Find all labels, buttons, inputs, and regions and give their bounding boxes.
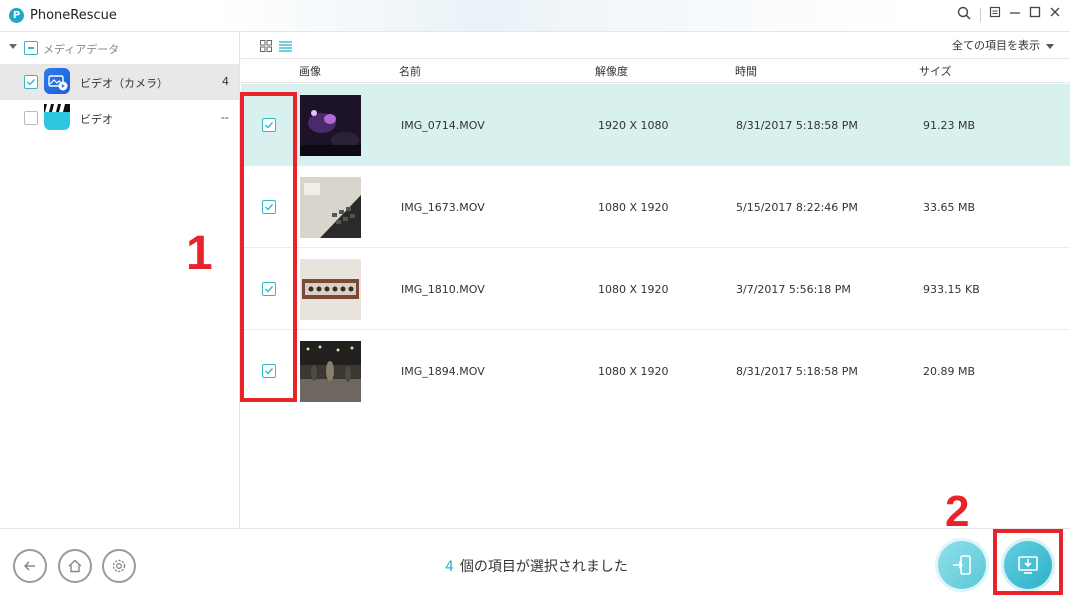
maximize-icon[interactable] bbox=[1026, 6, 1044, 24]
root-checkbox[interactable] bbox=[24, 41, 38, 55]
row-size: 933.15 KB bbox=[923, 283, 980, 296]
row-time: 8/31/2017 5:18:58 PM bbox=[736, 365, 858, 378]
row-resolution: 1920 X 1080 bbox=[598, 119, 669, 132]
row-size: 91.23 MB bbox=[923, 119, 976, 132]
back-icon bbox=[23, 561, 35, 571]
sidebar-item-checkbox[interactable] bbox=[24, 75, 38, 89]
row-size: 20.89 MB bbox=[923, 365, 976, 378]
row-time: 3/7/2017 5:56:18 PM bbox=[736, 283, 851, 296]
tree-root-media-data[interactable]: メディアデータ bbox=[0, 36, 239, 58]
filter-dropdown[interactable]: 全ての項目を表示 bbox=[952, 37, 1054, 53]
row-name: IMG_1810.MOV bbox=[401, 283, 485, 296]
row-resolution: 1080 X 1920 bbox=[598, 365, 669, 378]
table-row[interactable]: IMG_1673.MOV 1080 X 1920 5/15/2017 8:22:… bbox=[241, 166, 1070, 248]
settings-icon bbox=[112, 559, 126, 573]
to-device-icon bbox=[953, 555, 971, 575]
sidebar-item-label: ビデオ bbox=[80, 113, 113, 126]
list-view-icon[interactable] bbox=[279, 37, 292, 52]
table-row[interactable]: IMG_1810.MOV 1080 X 1920 3/7/2017 5:56:1… bbox=[241, 248, 1070, 330]
sidebar-item-label: ビデオ（カメラ） bbox=[80, 77, 168, 90]
menu-icon[interactable] bbox=[986, 6, 1004, 24]
caret-down-icon bbox=[1046, 43, 1054, 49]
title-bar: P PhoneRescue bbox=[0, 0, 1070, 32]
annotation-label-2: 2 bbox=[945, 487, 970, 536]
column-header-time[interactable]: 時間 bbox=[735, 63, 757, 79]
sidebar-item-count: 4 bbox=[222, 75, 229, 88]
minimize-icon[interactable] bbox=[1006, 6, 1024, 24]
column-header-name[interactable]: 名前 bbox=[399, 63, 421, 79]
column-header-resolution[interactable]: 解像度 bbox=[595, 63, 628, 79]
sidebar-item-count: -- bbox=[221, 111, 229, 124]
title-divider bbox=[980, 8, 981, 22]
video-thumbnail[interactable] bbox=[300, 177, 361, 238]
back-button[interactable] bbox=[13, 549, 47, 583]
row-name: IMG_1673.MOV bbox=[401, 201, 485, 214]
search-icon[interactable] bbox=[955, 6, 973, 24]
app-logo: P bbox=[9, 8, 24, 23]
annotation-label-1: 1 bbox=[186, 227, 213, 280]
sidebar-item-video-camera[interactable]: ビデオ（カメラ） 4 bbox=[0, 64, 239, 100]
row-name: IMG_1894.MOV bbox=[401, 365, 485, 378]
chevron-down-icon[interactable] bbox=[9, 44, 17, 49]
home-icon bbox=[68, 559, 82, 573]
row-time: 5/15/2017 8:22:46 PM bbox=[736, 201, 858, 214]
annotation-box-checkboxes bbox=[240, 92, 297, 402]
close-icon[interactable] bbox=[1046, 6, 1064, 24]
row-size: 33.65 MB bbox=[923, 201, 976, 214]
row-name: IMG_0714.MOV bbox=[401, 119, 485, 132]
row-resolution: 1080 X 1920 bbox=[598, 201, 669, 214]
filter-label: 全ての項目を表示 bbox=[952, 39, 1040, 52]
table-row[interactable]: IMG_0714.MOV 1920 X 1080 8/31/2017 5:18:… bbox=[241, 84, 1070, 166]
column-header-image[interactable]: 画像 bbox=[299, 63, 321, 79]
selection-status-text: 個の項目が選択されました bbox=[459, 559, 628, 575]
grid-view-icon[interactable] bbox=[260, 37, 272, 52]
video-thumbnail[interactable] bbox=[300, 95, 361, 156]
selected-count: 4 bbox=[445, 559, 454, 575]
selection-status: 4 個の項目が選択されました bbox=[445, 556, 628, 576]
app-title: PhoneRescue bbox=[30, 8, 117, 23]
home-button[interactable] bbox=[58, 549, 92, 583]
settings-button[interactable] bbox=[102, 549, 136, 583]
column-header-size[interactable]: サイズ bbox=[919, 63, 952, 79]
row-time: 8/31/2017 5:18:58 PM bbox=[736, 119, 858, 132]
row-resolution: 1080 X 1920 bbox=[598, 283, 669, 296]
annotation-box-export bbox=[993, 529, 1063, 595]
camera-video-icon bbox=[44, 68, 70, 94]
sidebar-item-video[interactable]: ビデオ -- bbox=[0, 100, 239, 136]
to-device-button[interactable] bbox=[938, 541, 986, 589]
footer-bar: 4 個の項目が選択されました bbox=[0, 528, 1070, 600]
clapperboard-icon bbox=[44, 104, 70, 130]
table-row[interactable]: IMG_1894.MOV 1080 X 1920 8/31/2017 5:18:… bbox=[241, 330, 1070, 412]
sidebar-item-checkbox[interactable] bbox=[24, 111, 38, 125]
video-thumbnail[interactable] bbox=[300, 259, 361, 320]
tree-root-label: メディアデータ bbox=[43, 43, 120, 56]
table-header: 画像 名前 解像度 時間 サイズ bbox=[241, 58, 1070, 83]
video-thumbnail[interactable] bbox=[300, 341, 361, 402]
